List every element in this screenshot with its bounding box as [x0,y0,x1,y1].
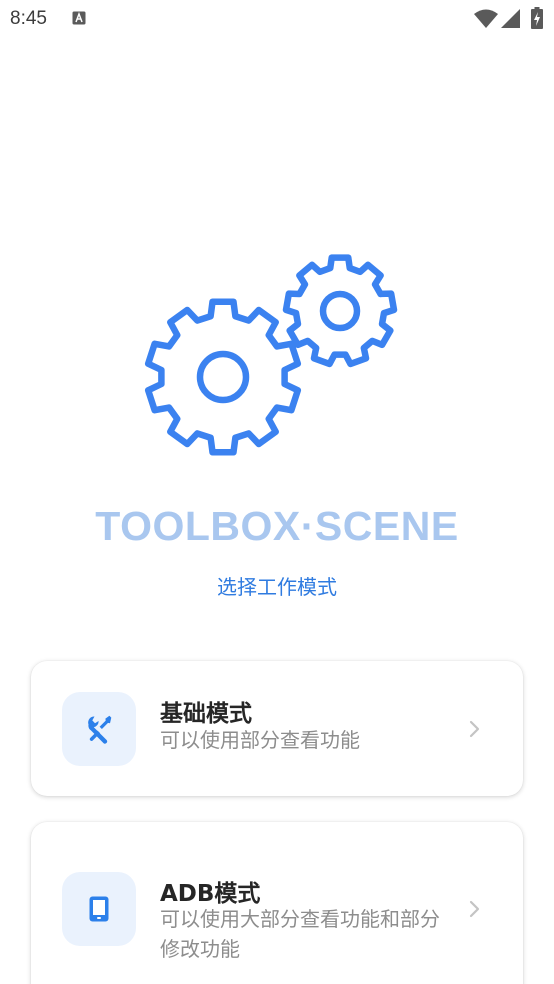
big-gear-outline [144,298,302,456]
basic-mode-description: 可以使用部分查看功能 [160,728,360,752]
basic-mode-card[interactable]: 基础模式 可以使用部分查看功能 [31,661,523,796]
adb-mode-icon-box [62,872,136,946]
wrench-screwdriver-icon [88,715,112,744]
adb-mode-card[interactable]: ADB模式 可以使用大部分查看功能和部分修改功能 [31,822,523,984]
a-notification-icon [72,11,86,25]
subtitle: 选择工作模式 [217,575,337,599]
chevron-right-icon [469,720,480,738]
adb-mode-description: 可以使用大部分查看功能和部分修改功能 [160,907,440,961]
screen: 8:45 TOOLBOX·SCENE 选择工作模式 基础模式 可以使用部分查看功… [0,0,554,984]
battery-charging-icon [531,7,543,29]
phone-icon [89,896,109,922]
signal-icon [501,9,520,28]
basic-mode-icon-box [62,692,136,766]
basic-mode-title: 基础模式 [160,701,252,727]
status-time: 8:45 [10,8,47,29]
status-bar: 8:45 [0,0,554,38]
gears-icon [144,254,398,456]
small-gear-outline [282,254,398,368]
app-title: TOOLBOX·SCENE [95,503,459,549]
wifi-icon [474,9,498,28]
chevron-right-icon [469,900,480,918]
adb-mode-title: ADB模式 [160,881,261,907]
